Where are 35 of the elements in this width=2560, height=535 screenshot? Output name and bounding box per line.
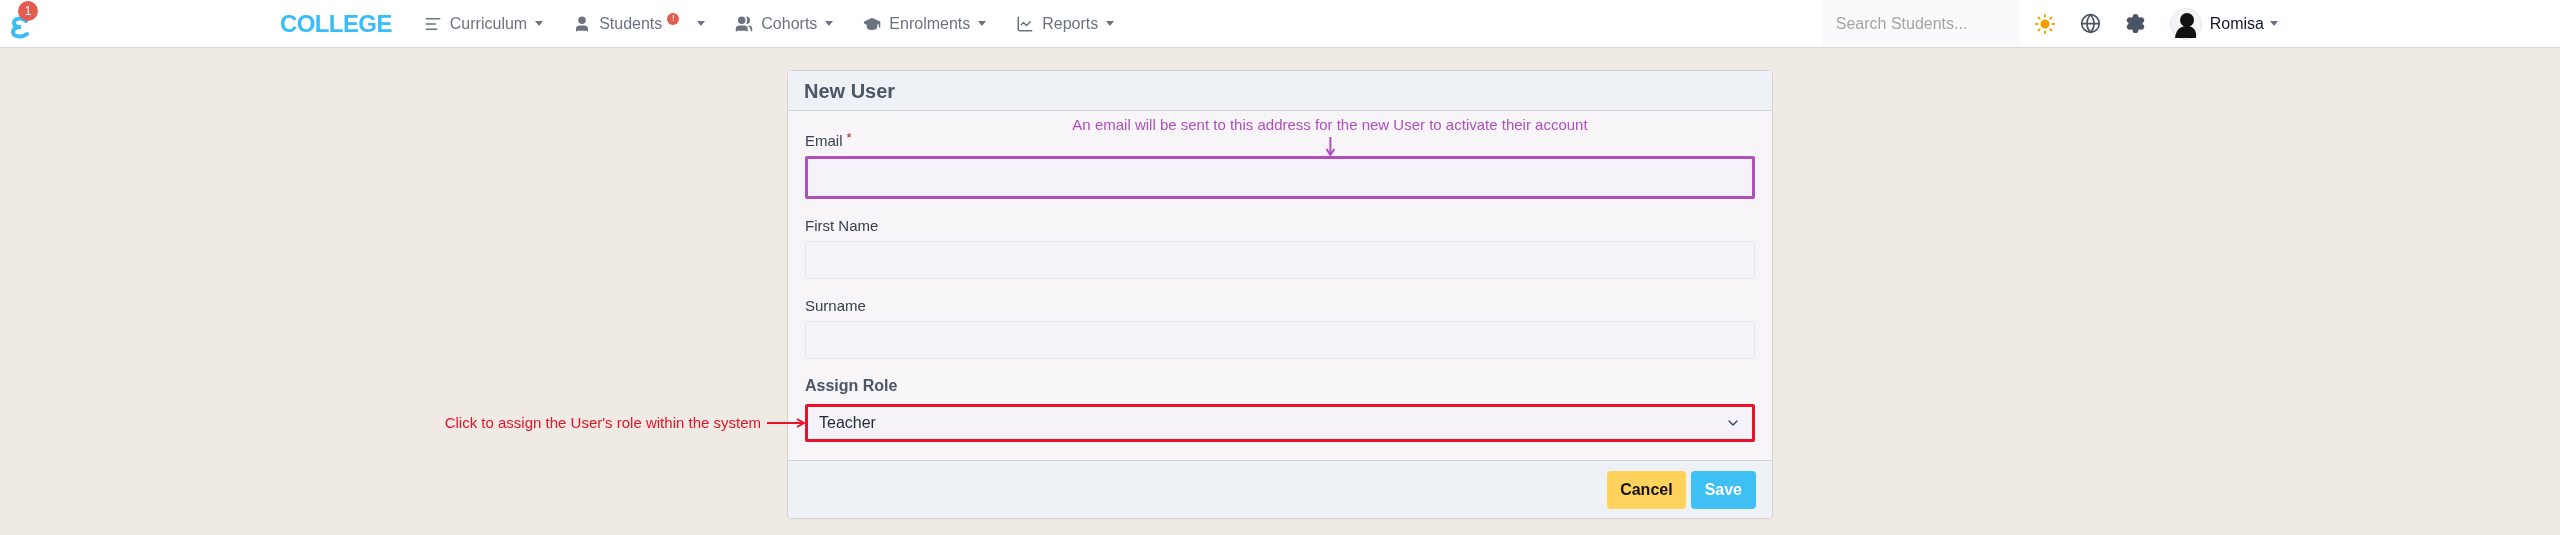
globe-icon[interactable] xyxy=(2079,13,2101,34)
nav-menu-item[interactable]: Students ! xyxy=(573,11,706,36)
users-icon xyxy=(735,14,754,33)
caret-icon xyxy=(978,21,987,26)
annotation-text: Click to assign the User's role within the system xyxy=(444,412,761,433)
field-label: Assign Role xyxy=(805,376,898,396)
required-mark: * xyxy=(846,129,852,148)
line-chart-icon xyxy=(1016,14,1035,33)
nav-menu-item[interactable]: Enrolments xyxy=(863,11,987,36)
sun-icon[interactable] xyxy=(2033,12,2056,35)
role-select[interactable]: Teacher xyxy=(805,404,1755,442)
annotation-arrow xyxy=(767,418,805,428)
card-title: New User xyxy=(804,78,896,104)
caret-icon xyxy=(825,21,834,26)
annotation-text: An email will be sent to this address for the new User to activate their account xyxy=(1072,114,1588,135)
caret-icon xyxy=(1106,21,1115,26)
annotation-arrow xyxy=(1325,136,1335,156)
logo-icon[interactable] xyxy=(10,14,30,39)
alert-badge: ! xyxy=(667,12,680,25)
search-field[interactable]: Search Students... xyxy=(1821,0,2020,47)
text-field[interactable] xyxy=(805,156,1755,199)
caret-icon xyxy=(2270,21,2278,26)
nav-menu-item[interactable]: Reports xyxy=(1016,11,1115,36)
avatar-icon[interactable] xyxy=(2169,7,2202,40)
caret-icon xyxy=(535,21,544,26)
cancel-button[interactable]: Cancel xyxy=(1607,470,1686,509)
field-label: Email xyxy=(805,130,843,151)
notification-badge: 1 xyxy=(18,0,38,21)
nav-menu-item[interactable]: Curriculum xyxy=(423,11,544,36)
field-label: Surname xyxy=(805,295,866,316)
settings-icon[interactable] xyxy=(2124,13,2146,34)
caret-icon xyxy=(697,21,706,26)
nav-menu-item[interactable]: Cohorts xyxy=(735,11,834,36)
user-menu[interactable]: Romisa xyxy=(2209,11,2278,36)
field-label: First Name xyxy=(805,215,879,236)
